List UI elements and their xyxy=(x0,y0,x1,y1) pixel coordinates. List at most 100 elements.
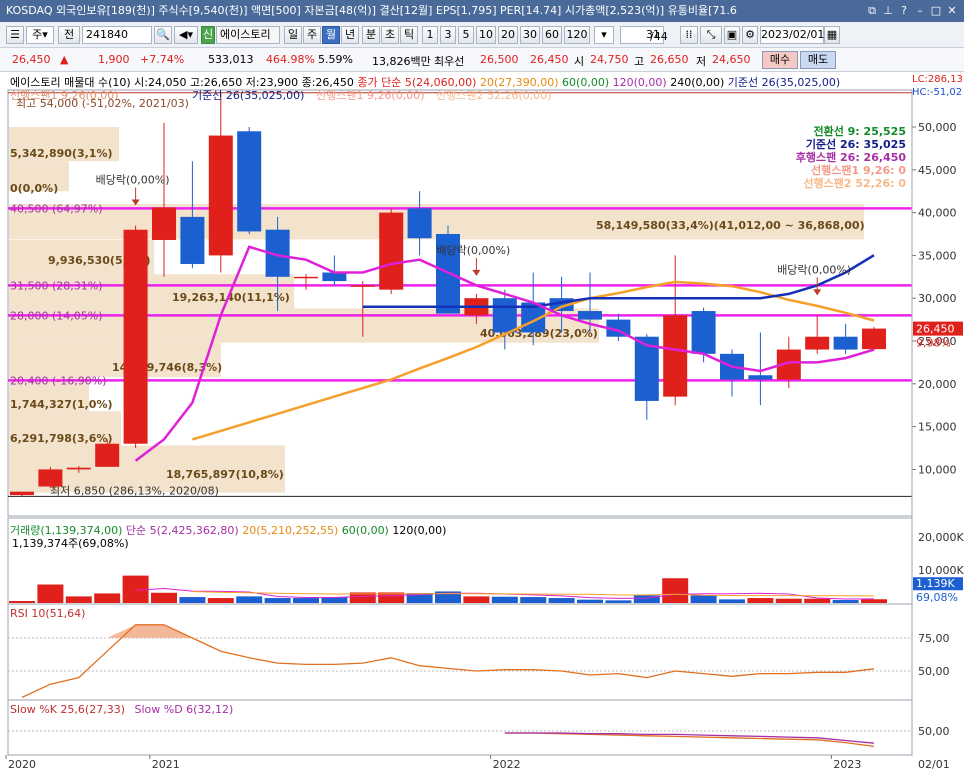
title-text: KOSDAQ 외국인보유[189(천)] 주식수[9,540(천)] 액면[50… xyxy=(6,4,737,17)
volume-profile-label: 1,744,327(1,0%) xyxy=(10,398,113,411)
x-axis-label: 2022 xyxy=(493,758,521,771)
candle-body xyxy=(180,216,205,264)
candle-body xyxy=(10,491,34,496)
help-icon[interactable]: ? xyxy=(896,0,912,22)
sound-icon[interactable]: ◀▾ xyxy=(174,26,198,44)
candle-body xyxy=(322,272,347,282)
ichimoku-legend-item: 기준선 26: 35,025 xyxy=(806,137,906,151)
leading-span1-legend-2: 선행스팬1 9,26(0,00) xyxy=(315,89,425,102)
period-day[interactable]: 일 xyxy=(284,26,302,44)
price-change-pct: +7.74% xyxy=(140,53,185,66)
candle-body xyxy=(862,328,886,350)
best-bid: 26,450 xyxy=(530,53,569,66)
maximize-icon[interactable]: □ xyxy=(928,0,944,22)
settings-icon[interactable]: ⚙ xyxy=(742,26,758,44)
close-icon[interactable]: ✕ xyxy=(944,0,960,22)
ichimoku-legend-item: 후행스팬 26: 26,450 xyxy=(796,150,907,164)
volume-bar xyxy=(520,597,547,603)
date-input[interactable]: 2023/02/01 xyxy=(760,26,824,44)
period-week[interactable]: 주 xyxy=(303,26,321,44)
volume-bar xyxy=(605,600,632,603)
period-minute[interactable]: 분 xyxy=(362,26,380,44)
volume-bar xyxy=(94,593,121,603)
slow-d-legend: Slow %D 6(32,12) xyxy=(134,703,234,716)
period-month[interactable]: 월 xyxy=(322,26,340,44)
ma60-legend: 60(0,00) xyxy=(562,76,610,89)
stock-code-input[interactable]: 241840 xyxy=(82,26,152,44)
save-icon[interactable]: ▣ xyxy=(724,26,740,44)
period-tick[interactable]: 틱 xyxy=(400,26,418,44)
period-year[interactable]: 년 xyxy=(341,26,359,44)
stock-chart[interactable]: 5,342,890(3,1%) 0(0,0%) 58,149,580(33,4%)(… xyxy=(0,72,964,773)
x-axis-end-label: 02/01 xyxy=(918,758,950,771)
leading-span2-legend: 선행스팬2 52,26(0,00) xyxy=(436,89,552,102)
price-axis-label: 35,000 xyxy=(918,249,957,262)
interval-120[interactable]: 120 xyxy=(564,26,590,44)
volume-bar xyxy=(236,596,263,603)
volume-bar xyxy=(293,598,319,603)
low-label: 저 xyxy=(696,55,707,68)
volume-bar xyxy=(662,578,689,603)
volume-bar xyxy=(861,599,887,603)
trade-amount: 13,826백만 xyxy=(372,55,431,68)
toolbar: ☰ 주▾ 전 241840 🔍 ◀▾ 신 에이스토리 일 주 월 년 분 초 틱… xyxy=(0,22,964,48)
candle-body xyxy=(350,285,375,287)
interval-10[interactable]: 10 xyxy=(476,26,496,44)
calendar-icon[interactable]: ▦ xyxy=(824,26,840,44)
interval-1[interactable]: 1 xyxy=(422,26,438,44)
restore-icon[interactable]: ⧉ xyxy=(864,0,880,22)
market-select[interactable]: 주▾ xyxy=(26,26,54,44)
rsi-axis-label: 50,00 xyxy=(918,665,950,678)
volume-bar xyxy=(491,596,518,603)
candle-body xyxy=(152,207,176,240)
minimize-icon[interactable]: – xyxy=(912,0,928,22)
change-arrow-icon: ▲ xyxy=(60,53,69,66)
volume-bar xyxy=(690,595,717,603)
candle-body xyxy=(38,469,63,487)
interval-60[interactable]: 60 xyxy=(542,26,562,44)
volume-ma5-legend: 단순 5(2,425,362,80) xyxy=(125,524,239,537)
interval-5[interactable]: 5 xyxy=(458,26,474,44)
high-note: 최고 54,000 (-51,02%, 2021/03) xyxy=(16,97,189,110)
rsi-axis-label: 75,00 xyxy=(918,632,950,645)
low-note: 최저 6,850 (286,13%, 2020/08) xyxy=(50,484,219,497)
candle-body xyxy=(237,131,262,232)
price-axis-label: 30,000 xyxy=(918,292,957,305)
sell-button[interactable]: 매도 xyxy=(800,51,836,69)
stock-name-field: 에이스토리 xyxy=(216,26,280,44)
search-icon[interactable]: 🔍 xyxy=(154,26,172,44)
chart-tool-icon[interactable]: ⤡ xyxy=(700,26,722,44)
best-ask-label: 최우선 xyxy=(434,55,465,68)
volume-pct-tag: 69,08% xyxy=(916,591,958,604)
prev-button[interactable]: 전 xyxy=(58,26,80,44)
grid-menu-icon[interactable]: ☰ xyxy=(6,26,24,44)
best-ask: 26,500 xyxy=(480,53,519,66)
drag-grid-icon[interactable]: ⁞⁞ xyxy=(680,26,698,44)
title-bar: KOSDAQ 외국인보유[189(천)] 주식수[9,540(천)] 액면[50… xyxy=(0,0,964,22)
interval-20[interactable]: 20 xyxy=(498,26,518,44)
candle-body xyxy=(833,336,858,350)
price-level-label: 31,500 (28,31%) xyxy=(10,279,103,292)
price-change: 1,900 xyxy=(98,53,130,66)
period-second[interactable]: 초 xyxy=(381,26,399,44)
price-axis-label: 50,000 xyxy=(918,121,957,134)
dividend-label: 배당락(0,00%) xyxy=(777,263,851,276)
volume-subheader: 1,139,374주(69,08%) xyxy=(12,537,129,550)
x-axis-label: 2023 xyxy=(833,758,861,771)
price-bar: 26,450 ▲ 1,900 +7.74% 533,013 464.98% 5.… xyxy=(0,48,964,72)
ma240-legend: 240(0,00) xyxy=(670,76,725,89)
interval-dropdown[interactable]: ▾ xyxy=(594,26,614,44)
interval-3[interactable]: 3 xyxy=(440,26,456,44)
turnover: 5.59% xyxy=(318,53,353,66)
open-price: 24,750 xyxy=(590,53,629,66)
new-badge: 신 xyxy=(201,26,215,44)
interval-30[interactable]: 30 xyxy=(520,26,540,44)
ichimoku-legend-item: 선행스팬1 9,26: 0 xyxy=(811,163,906,177)
volume-bar xyxy=(775,598,802,603)
candle-body xyxy=(407,208,432,239)
candle-body xyxy=(95,443,120,467)
volume-bar xyxy=(65,596,92,603)
volume-bar xyxy=(179,597,206,603)
pin-icon[interactable]: ⊥ xyxy=(880,0,896,22)
buy-button[interactable]: 매수 xyxy=(762,51,798,69)
